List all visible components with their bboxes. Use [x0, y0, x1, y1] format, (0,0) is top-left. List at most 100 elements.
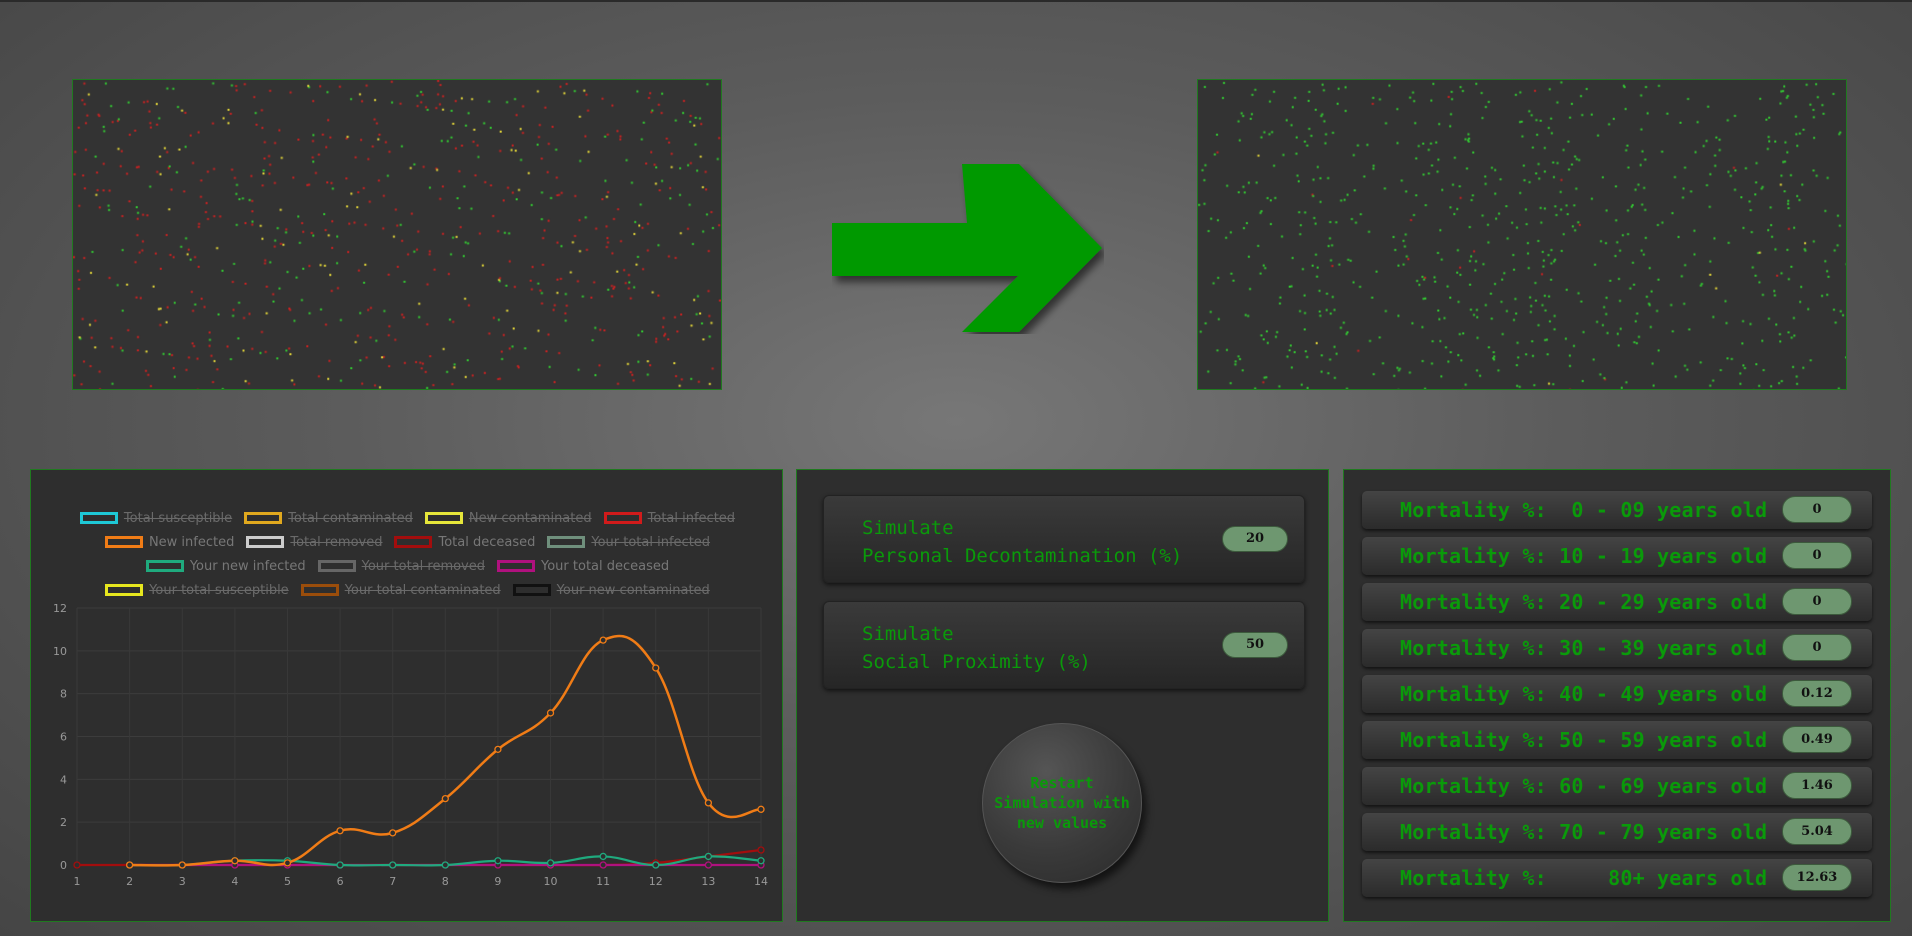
legend-label: Your new contaminated: [556, 582, 710, 598]
decontamination-label: Simulate Personal Decontamination (%): [862, 517, 1183, 567]
data-point: [125, 861, 134, 869]
data-point: [494, 857, 502, 865]
mortality-label: Mortality %: 10 - 19 years old: [1400, 544, 1768, 568]
x-tick-label: 9: [494, 875, 501, 888]
data-point: [546, 859, 555, 867]
mortality-row[interactable]: Mortality %: 80+ years old 12.63: [1362, 859, 1872, 897]
x-tick-label: 6: [337, 875, 344, 888]
y-tick-label: 10: [53, 645, 67, 658]
legend-item[interactable]: Your total infected: [547, 535, 710, 550]
mortality-value[interactable]: 0: [1782, 542, 1852, 569]
legend-label: Total susceptible: [123, 510, 233, 526]
legend-item[interactable]: Your total contaminated: [300, 582, 501, 598]
data-point: [704, 852, 713, 861]
legend-swatch: [105, 584, 144, 596]
legend-label: Total contaminated: [288, 510, 413, 526]
legend-item[interactable]: Your total susceptible: [105, 583, 289, 598]
mortality-row[interactable]: Mortality %: 0 - 09 years old 0: [1362, 491, 1872, 529]
legend-swatch: [547, 536, 586, 548]
mortality-row[interactable]: Mortality %: 10 - 19 years old 0: [1362, 537, 1872, 575]
data-point: [283, 859, 292, 867]
x-tick-label: 13: [701, 875, 715, 888]
x-tick-label: 14: [754, 875, 768, 888]
mortality-row[interactable]: Mortality %: 20 - 29 years old 0: [1362, 583, 1872, 621]
legend-label: Your total infected: [591, 534, 711, 550]
y-tick-label: 12: [53, 602, 67, 615]
legend-swatch: [145, 560, 184, 572]
proximity-value[interactable]: 50: [1222, 632, 1288, 658]
x-tick-label: 3: [179, 875, 186, 888]
legend-label: Your total contaminated: [344, 582, 501, 598]
legend-item[interactable]: Your new infected: [145, 559, 306, 574]
mortality-row[interactable]: Mortality %: 30 - 39 years old 0: [1362, 629, 1872, 667]
data-point: [546, 709, 555, 717]
mortality-value[interactable]: 0: [1782, 634, 1852, 661]
data-point: [178, 861, 186, 869]
data-point: [757, 846, 765, 854]
mortality-row[interactable]: Mortality %: 70 - 79 years old 5.04: [1362, 813, 1872, 851]
mortality-label: Mortality %: 0 - 09 years old: [1400, 498, 1768, 522]
data-point: [389, 861, 397, 869]
legend-swatch: [603, 512, 642, 524]
mortality-value[interactable]: 0: [1782, 588, 1852, 615]
legend-item[interactable]: New infected: [104, 534, 235, 550]
legend-swatch: [317, 560, 356, 572]
mortality-row[interactable]: Mortality %: 40 - 49 years old 0.12: [1362, 675, 1872, 713]
legend-label: New infected: [148, 534, 235, 550]
legend-label: Total removed: [290, 534, 383, 550]
data-point: [389, 829, 397, 837]
mortality-value[interactable]: 0.49: [1782, 726, 1852, 753]
mortality-label: Mortality %: 40 - 49 years old: [1400, 682, 1768, 706]
mortality-value[interactable]: 12.63: [1782, 864, 1852, 891]
data-point: [757, 805, 765, 813]
top-border: [0, 0, 1912, 2]
data-point: [599, 852, 607, 861]
data-point: [652, 664, 660, 672]
legend-item[interactable]: Total removed: [246, 535, 382, 550]
mortality-label: Mortality %: 80+ years old: [1400, 866, 1768, 890]
legend-label: Total infected: [647, 510, 736, 526]
legend-item[interactable]: Total infected: [603, 510, 736, 526]
legend-item[interactable]: Total deceased: [394, 535, 535, 550]
mortality-row[interactable]: Mortality %: 50 - 59 years old 0.49: [1362, 721, 1872, 759]
data-point: [73, 861, 81, 869]
mortality-label: Mortality %: 70 - 79 years old: [1400, 820, 1768, 844]
x-tick-label: 4: [231, 875, 238, 888]
mortality-value[interactable]: 1.46: [1782, 772, 1852, 799]
data-point: [441, 861, 449, 869]
restart-simulation-button[interactable]: Restart Simulation with new values: [982, 723, 1142, 883]
legend-item[interactable]: Your total removed: [317, 558, 486, 574]
legend-swatch: [424, 512, 463, 524]
data-point: [599, 861, 607, 869]
x-tick-label: 5: [284, 875, 291, 888]
data-point: [704, 861, 713, 869]
mortality-row[interactable]: Mortality %: 60 - 69 years old 1.46: [1362, 767, 1872, 805]
legend-row: Total susceptible Total contaminated New c…: [31, 506, 784, 530]
legend-swatch: [300, 584, 339, 596]
proximity-control[interactable]: Simulate Social Proximity (%) 50: [823, 601, 1305, 689]
mortality-value[interactable]: 0.12: [1782, 680, 1852, 707]
y-tick-label: 2: [60, 816, 67, 829]
decontamination-control[interactable]: Simulate Personal Decontamination (%) 20: [823, 495, 1305, 583]
data-point: [441, 794, 449, 803]
mortality-value[interactable]: 5.04: [1782, 818, 1852, 845]
legend-swatch: [244, 512, 283, 524]
decontamination-value[interactable]: 20: [1222, 526, 1288, 552]
mortality-panel: Mortality %: 0 - 09 years old 0 Mortality …: [1343, 469, 1891, 922]
legend-label: Your total susceptible: [149, 582, 289, 598]
simulation-before-canvas: [72, 79, 722, 390]
data-point: [336, 827, 344, 835]
legend-label: Your total removed: [361, 558, 486, 574]
mortality-label: Mortality %: 50 - 59 years old: [1400, 728, 1768, 752]
mortality-value[interactable]: 0: [1782, 496, 1852, 523]
legend-item[interactable]: Your total deceased: [497, 559, 669, 574]
data-point: [704, 799, 713, 807]
x-tick-label: 8: [442, 875, 449, 888]
legend-swatch: [79, 512, 118, 524]
x-tick-label: 7: [389, 875, 396, 888]
legend-item[interactable]: Your new contaminated: [512, 582, 710, 598]
mortality-label: Mortality %: 60 - 69 years old: [1400, 774, 1768, 798]
legend-item[interactable]: Total contaminated: [244, 511, 413, 526]
legend-item[interactable]: Total susceptible: [79, 510, 233, 526]
legend-item[interactable]: New contaminated: [424, 511, 592, 526]
